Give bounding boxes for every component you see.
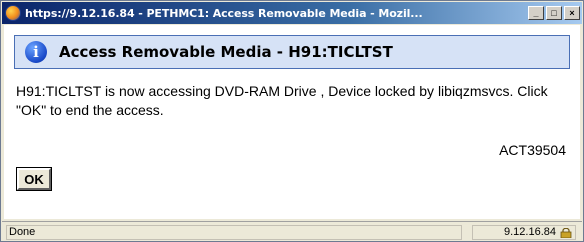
- info-icon: i: [25, 41, 47, 63]
- minimize-button[interactable]: _: [528, 6, 544, 20]
- status-text: Done: [6, 225, 462, 240]
- status-host: 9.12.16.84: [504, 226, 556, 238]
- status-host-panel: 9.12.16.84: [472, 225, 576, 240]
- title-bar[interactable]: https://9.12.16.84 - PETHMC1: Access Rem…: [2, 2, 582, 24]
- browser-app-icon: [5, 5, 21, 21]
- secure-lock-icon[interactable]: [560, 227, 572, 238]
- dialog-message: H91:TICLTST is now accessing DVD-RAM Dri…: [16, 83, 548, 118]
- dialog-content: i Access Removable Media - H91:TICLTST H…: [4, 25, 580, 219]
- maximize-button[interactable]: □: [546, 6, 562, 20]
- window-controls: _ □ ×: [528, 6, 580, 20]
- dialog-title: Access Removable Media - H91:TICLTST: [59, 43, 393, 61]
- status-bar: Done 9.12.16.84: [2, 221, 582, 241]
- close-button[interactable]: ×: [564, 6, 580, 20]
- message-code: ACT39504: [499, 142, 566, 158]
- dialog-header: i Access Removable Media - H91:TICLTST: [14, 35, 570, 69]
- ok-button[interactable]: OK: [16, 167, 52, 191]
- browser-popup-window: https://9.12.16.84 - PETHMC1: Access Rem…: [0, 0, 584, 242]
- window-title: https://9.12.16.84 - PETHMC1: Access Rem…: [25, 6, 423, 20]
